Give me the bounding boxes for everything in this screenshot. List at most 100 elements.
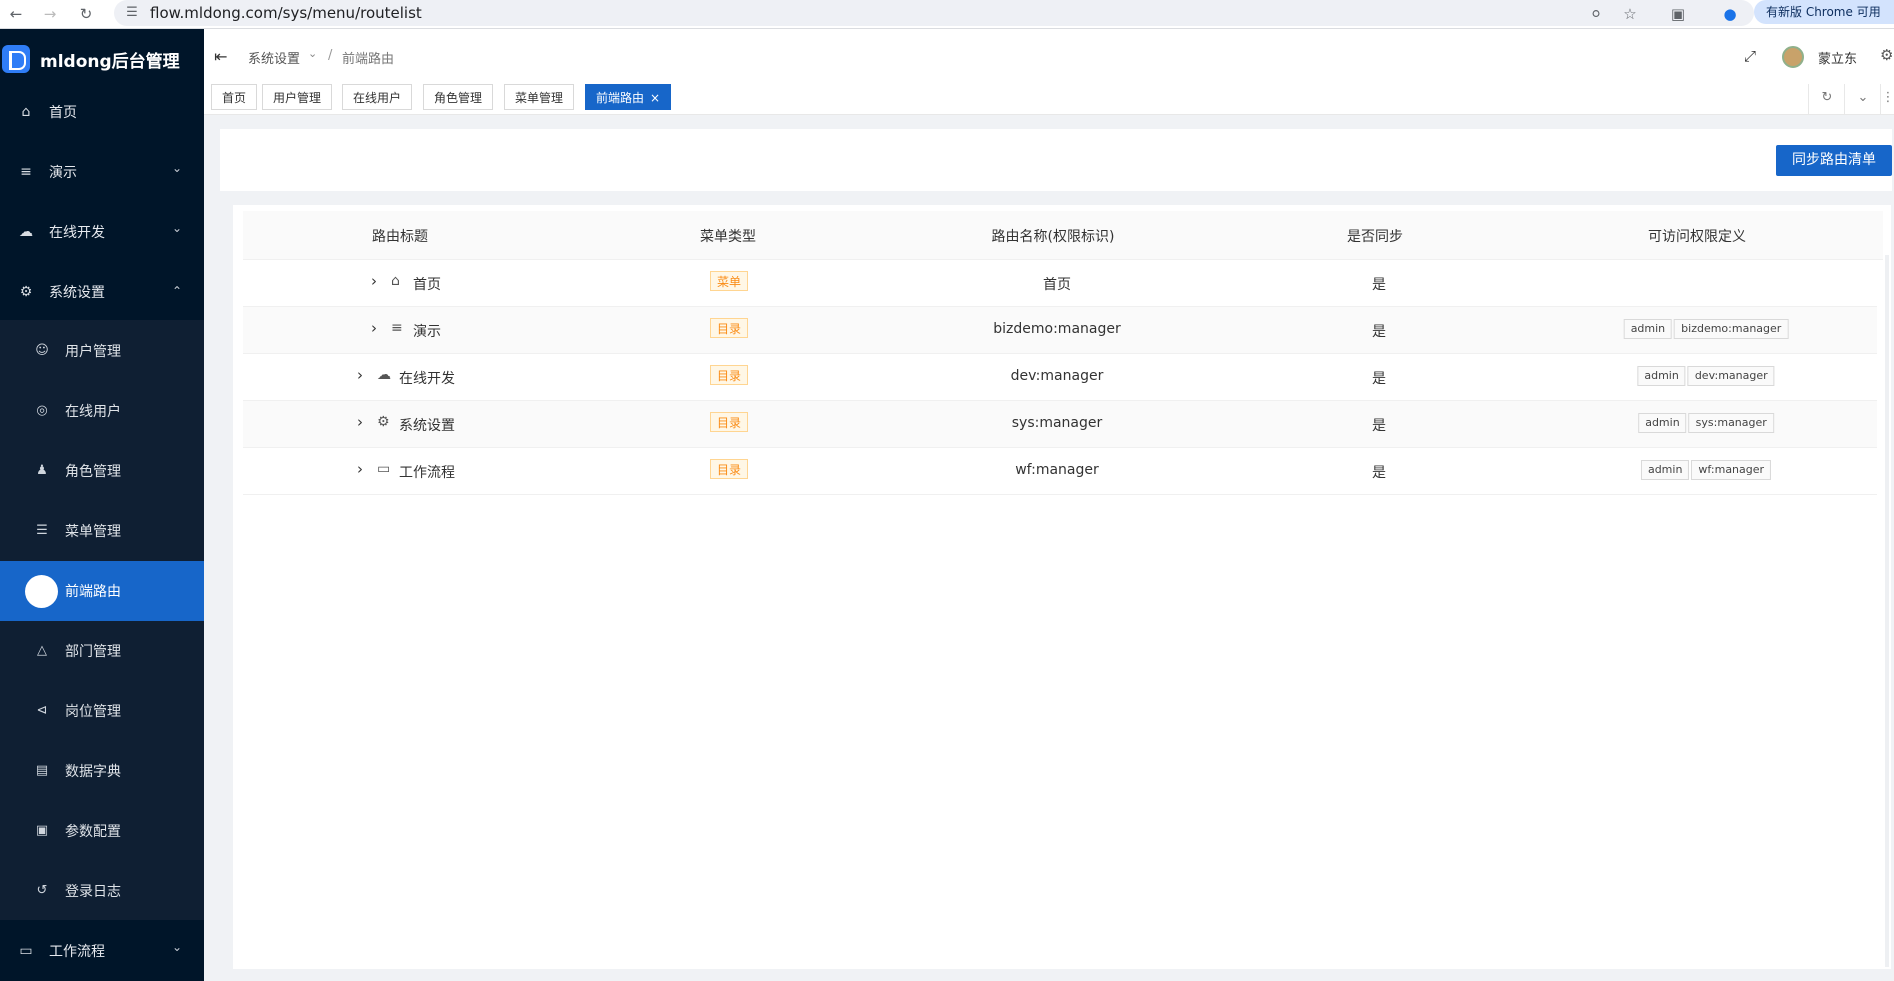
perm-tag: wf:manager — [1691, 460, 1772, 480]
route-icon — [25, 575, 58, 608]
forward-icon[interactable]: → — [40, 4, 60, 24]
table-row[interactable]: › ⚙ 系统设置 目录 sys:manager 是 admin sys:mana… — [243, 401, 1877, 448]
breadcrumb-separator: / — [328, 48, 333, 63]
cell-name: dev:manager — [1010, 368, 1104, 384]
table-row[interactable]: › ≡ 演示 目录 bizdemo:manager 是 admin bizdem… — [243, 307, 1877, 354]
login-icon: ↺ — [36, 883, 48, 898]
logo-icon — [2, 45, 30, 73]
expand-row-icon[interactable]: › — [371, 272, 377, 290]
expand-row-icon[interactable]: › — [371, 319, 377, 337]
logo[interactable]: mldong后台管理 — [0, 29, 204, 89]
chrome-update-button[interactable]: 有新版 Chrome 可用 — [1754, 0, 1894, 24]
sidebar-item-menu-mgmt[interactable]: ☰ 菜单管理 — [0, 501, 204, 561]
reload-icon[interactable]: ↻ — [76, 4, 96, 24]
chrome-update-label: 有新版 Chrome 可用 — [1766, 5, 1881, 19]
cell-title: 演示 — [413, 324, 441, 340]
perm-tag: admin — [1640, 460, 1690, 480]
expand-row-icon[interactable]: › — [357, 460, 363, 478]
table-scrollbar[interactable] — [1885, 255, 1889, 967]
tab-home[interactable]: 首页 — [211, 84, 258, 110]
breadcrumb-item[interactable]: 系统设置 — [248, 48, 300, 67]
expand-icon[interactable]: ⋮ — [1880, 84, 1894, 114]
tab-online-users[interactable]: 在线用户 — [342, 84, 413, 110]
type-tag: 目录 — [709, 365, 749, 385]
sidebar-item-role-mgmt[interactable]: ♟ 角色管理 — [0, 441, 204, 501]
tab-frontend-routes[interactable]: 前端路由 × — [585, 84, 672, 110]
perm-tag: admin — [1623, 319, 1673, 339]
breadcrumb-current: 前端路由 — [342, 52, 395, 67]
menu-collapse-icon[interactable]: ⇤ — [214, 47, 227, 66]
sidebar-item-label: 在线用户 — [65, 404, 121, 420]
column-header-perms: 可访问权限定义 — [1648, 229, 1746, 245]
sidebar-item-label: 首页 — [49, 105, 77, 121]
sidebar-item-online-dev[interactable]: ☁ 在线开发 ⌄ — [0, 202, 204, 262]
site-settings-icon[interactable]: ☰ — [122, 3, 142, 23]
chevron-down-icon[interactable]: ⌄ — [308, 47, 317, 60]
sidebar-item-label: 部门管理 — [65, 644, 121, 660]
expand-row-icon[interactable]: › — [357, 413, 363, 431]
cell-name: sys:manager — [1011, 415, 1103, 431]
cell-synced: 是 — [1372, 465, 1386, 481]
tab-user-mgmt[interactable]: 用户管理 — [262, 84, 333, 110]
laptop-icon: ▭ — [377, 461, 391, 477]
sidebar-item-dictionary[interactable]: ▤ 数据字典 — [0, 741, 204, 801]
tab-menu-mgmt[interactable]: 菜单管理 — [504, 84, 575, 110]
username[interactable]: 蒙立东 — [1818, 48, 1857, 67]
bookmark-star-icon[interactable]: ☆ — [1620, 4, 1640, 24]
type-tag: 菜单 — [709, 271, 749, 291]
cell-synced: 是 — [1372, 324, 1386, 340]
cell-title: 首页 — [413, 277, 441, 293]
table-header: 路由标题 菜单类型 路由名称(权限标识) 是否同步 可访问权限定义 — [243, 211, 1883, 260]
sidebar-item-label: 系统设置 — [49, 285, 105, 301]
sidebar-item-param-config[interactable]: ▣ 参数配置 — [0, 801, 204, 861]
cloud-icon: ☁ — [19, 224, 33, 240]
gear-icon[interactable]: ⚙ — [1880, 46, 1893, 64]
sidebar-item-workflow[interactable]: ▭ 工作流程 ⌄ — [0, 921, 204, 981]
gear-icon: ⚙ — [377, 414, 390, 430]
tab-label: 用户管理 — [273, 91, 322, 105]
eye-off-icon[interactable]: ⚪ — [1586, 4, 1606, 24]
sidebar-item-online-users[interactable]: ◎ 在线用户 — [0, 381, 204, 441]
column-header-name: 路由名称(权限标识) — [991, 229, 1115, 245]
sidebar-item-dept-mgmt[interactable]: △ 部门管理 — [0, 621, 204, 681]
type-tag: 目录 — [709, 459, 749, 479]
table-row[interactable]: › ▭ 工作流程 目录 wf:manager 是 admin wf:manage… — [243, 448, 1877, 495]
book-icon: ▤ — [35, 763, 49, 778]
extensions-icon[interactable]: ▣ — [1668, 4, 1688, 24]
apartment-icon: △ — [37, 643, 47, 658]
perm-tags: admin sys:manager — [1638, 413, 1776, 433]
cell-title: 工作流程 — [399, 465, 455, 481]
chevron-down-icon: ⌄ — [172, 161, 183, 175]
sidebar-item-post-mgmt[interactable]: ⊲ 岗位管理 — [0, 681, 204, 741]
table-row[interactable]: › ☁ 在线开发 目录 dev:manager 是 admin dev:mana… — [243, 354, 1877, 401]
cell-name: bizdemo:manager — [993, 321, 1121, 337]
refresh-icon[interactable]: ↻ — [1808, 84, 1845, 114]
cell-synced: 是 — [1372, 371, 1386, 387]
chevron-up-icon: ⌃ — [172, 284, 183, 298]
menu-fold-icon: ≡ — [20, 164, 32, 180]
type-tag: 目录 — [709, 318, 749, 338]
tab-label: 角色管理 — [434, 91, 483, 105]
url-text[interactable]: flow.mldong.com/sys/menu/routelist — [150, 4, 422, 22]
sync-routes-button[interactable]: 同步路由清单 — [1776, 145, 1892, 176]
perm-tags: admin wf:manager — [1640, 460, 1773, 480]
sidebar: mldong后台管理 ⌂ 首页 ≡ 演示 ⌄ ☁ 在线开发 ⌄ ⚙ 系统设置 ⌃… — [0, 29, 204, 981]
avatar[interactable] — [1782, 46, 1804, 68]
sidebar-item-system-settings[interactable]: ⚙ 系统设置 ⌃ — [0, 262, 204, 322]
signal-icon: ◎ — [36, 403, 48, 418]
table-row[interactable]: › ⌂ 首页 菜单 首页 是 — [243, 260, 1877, 307]
expand-row-icon[interactable]: › — [357, 366, 363, 384]
sidebar-item-user-mgmt[interactable]: ☺ 用户管理 — [0, 321, 204, 381]
tab-role-mgmt[interactable]: 角色管理 — [423, 84, 494, 110]
fullscreen-icon[interactable]: ⤢ — [1744, 47, 1756, 65]
routes-table: 路由标题 菜单类型 路由名称(权限标识) 是否同步 可访问权限定义 › ⌂ 首页… — [233, 205, 1891, 969]
sidebar-item-login-log[interactable]: ↺ 登录日志 — [0, 861, 204, 921]
sidebar-item-home[interactable]: ⌂ 首页 — [0, 82, 204, 142]
profile-icon[interactable]: ● — [1720, 4, 1740, 24]
sidebar-item-label: 角色管理 — [65, 464, 121, 480]
close-icon[interactable]: × — [650, 91, 660, 105]
chevron-down-icon[interactable]: ⌄ — [1844, 84, 1881, 114]
back-icon[interactable]: ← — [6, 4, 26, 24]
sidebar-item-frontend-routes[interactable]: 前端路由 — [0, 561, 204, 621]
sidebar-item-demo[interactable]: ≡ 演示 ⌄ — [0, 142, 204, 202]
